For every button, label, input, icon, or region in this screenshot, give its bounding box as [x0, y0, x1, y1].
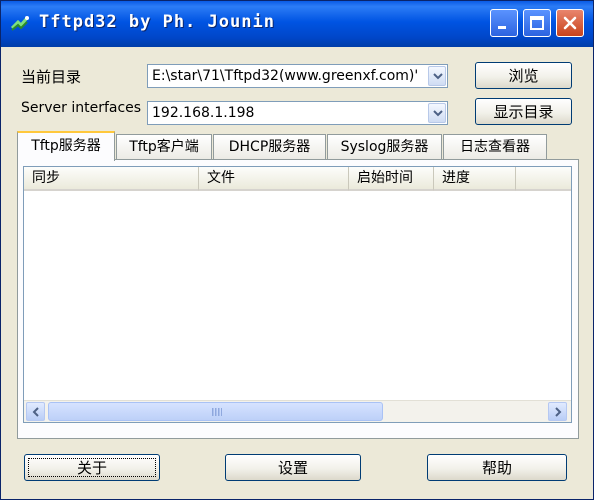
settings-button[interactable]: 设置 [225, 454, 361, 481]
help-button[interactable]: 帮助 [427, 454, 567, 481]
tab-panel: 同步 文件 启始时间 进度 [17, 159, 579, 439]
current-directory-label: 当前目录 [21, 68, 82, 86]
directory-value: E:\star\71\Tftpd32(www.greenxf.com)' [152, 68, 419, 84]
chevron-left-icon [32, 407, 39, 417]
grip-icon [212, 408, 222, 416]
horizontal-scrollbar[interactable] [24, 400, 571, 422]
column-header-empty [516, 167, 571, 191]
chevron-down-icon [433, 73, 443, 80]
scroll-left-button[interactable] [26, 402, 45, 421]
server-interfaces-combo[interactable]: 192.168.1.198 [147, 101, 448, 125]
chevron-right-icon [555, 407, 562, 417]
window-title: Tftpd32 by Ph. Jounin [39, 12, 275, 32]
app-window: Tftpd32 by Ph. Jounin 当前目录 E:\star\71\Tf… [0, 0, 594, 500]
server-interfaces-label: Server interfaces [21, 100, 142, 116]
column-header-progress[interactable]: 进度 [434, 167, 516, 191]
server-interfaces-dropdown-button[interactable] [428, 103, 446, 123]
tab-tftp-client[interactable]: Tftp客户端 [116, 134, 212, 159]
tab-tftp-server[interactable]: Tftp服务器 [17, 131, 115, 161]
scroll-right-button[interactable] [548, 402, 567, 421]
tab-syslog-server[interactable]: Syslog服务器 [327, 134, 442, 159]
server-interfaces-value: 192.168.1.198 [152, 105, 255, 121]
column-header-sync[interactable]: 同步 [24, 167, 199, 191]
maximize-button[interactable] [523, 9, 551, 37]
column-header-file[interactable]: 文件 [199, 167, 349, 191]
directory-dropdown-button[interactable] [428, 66, 446, 86]
title-bar[interactable]: Tftpd32 by Ph. Jounin [1, 1, 593, 47]
browse-button[interactable]: 浏览 [475, 62, 572, 89]
column-header-start-time[interactable]: 启始时间 [349, 167, 434, 191]
maximize-icon [530, 16, 544, 30]
minimize-button[interactable] [490, 9, 518, 37]
chevron-down-icon [433, 110, 443, 117]
close-button[interactable] [556, 9, 584, 37]
directory-combo[interactable]: E:\star\71\Tftpd32(www.greenxf.com)' [147, 64, 448, 88]
show-directory-button[interactable]: 显示目录 [475, 98, 572, 125]
close-icon [563, 16, 577, 30]
about-button[interactable]: 关于 [24, 454, 160, 481]
scrollbar-thumb[interactable] [48, 402, 383, 421]
tab-log-viewer[interactable]: 日志查看器 [443, 134, 547, 159]
tftpd-app-icon [10, 16, 29, 31]
tab-dhcp-server[interactable]: DHCP服务器 [213, 134, 326, 159]
minimize-icon [498, 26, 506, 29]
transfer-list[interactable]: 同步 文件 启始时间 进度 [23, 166, 572, 423]
